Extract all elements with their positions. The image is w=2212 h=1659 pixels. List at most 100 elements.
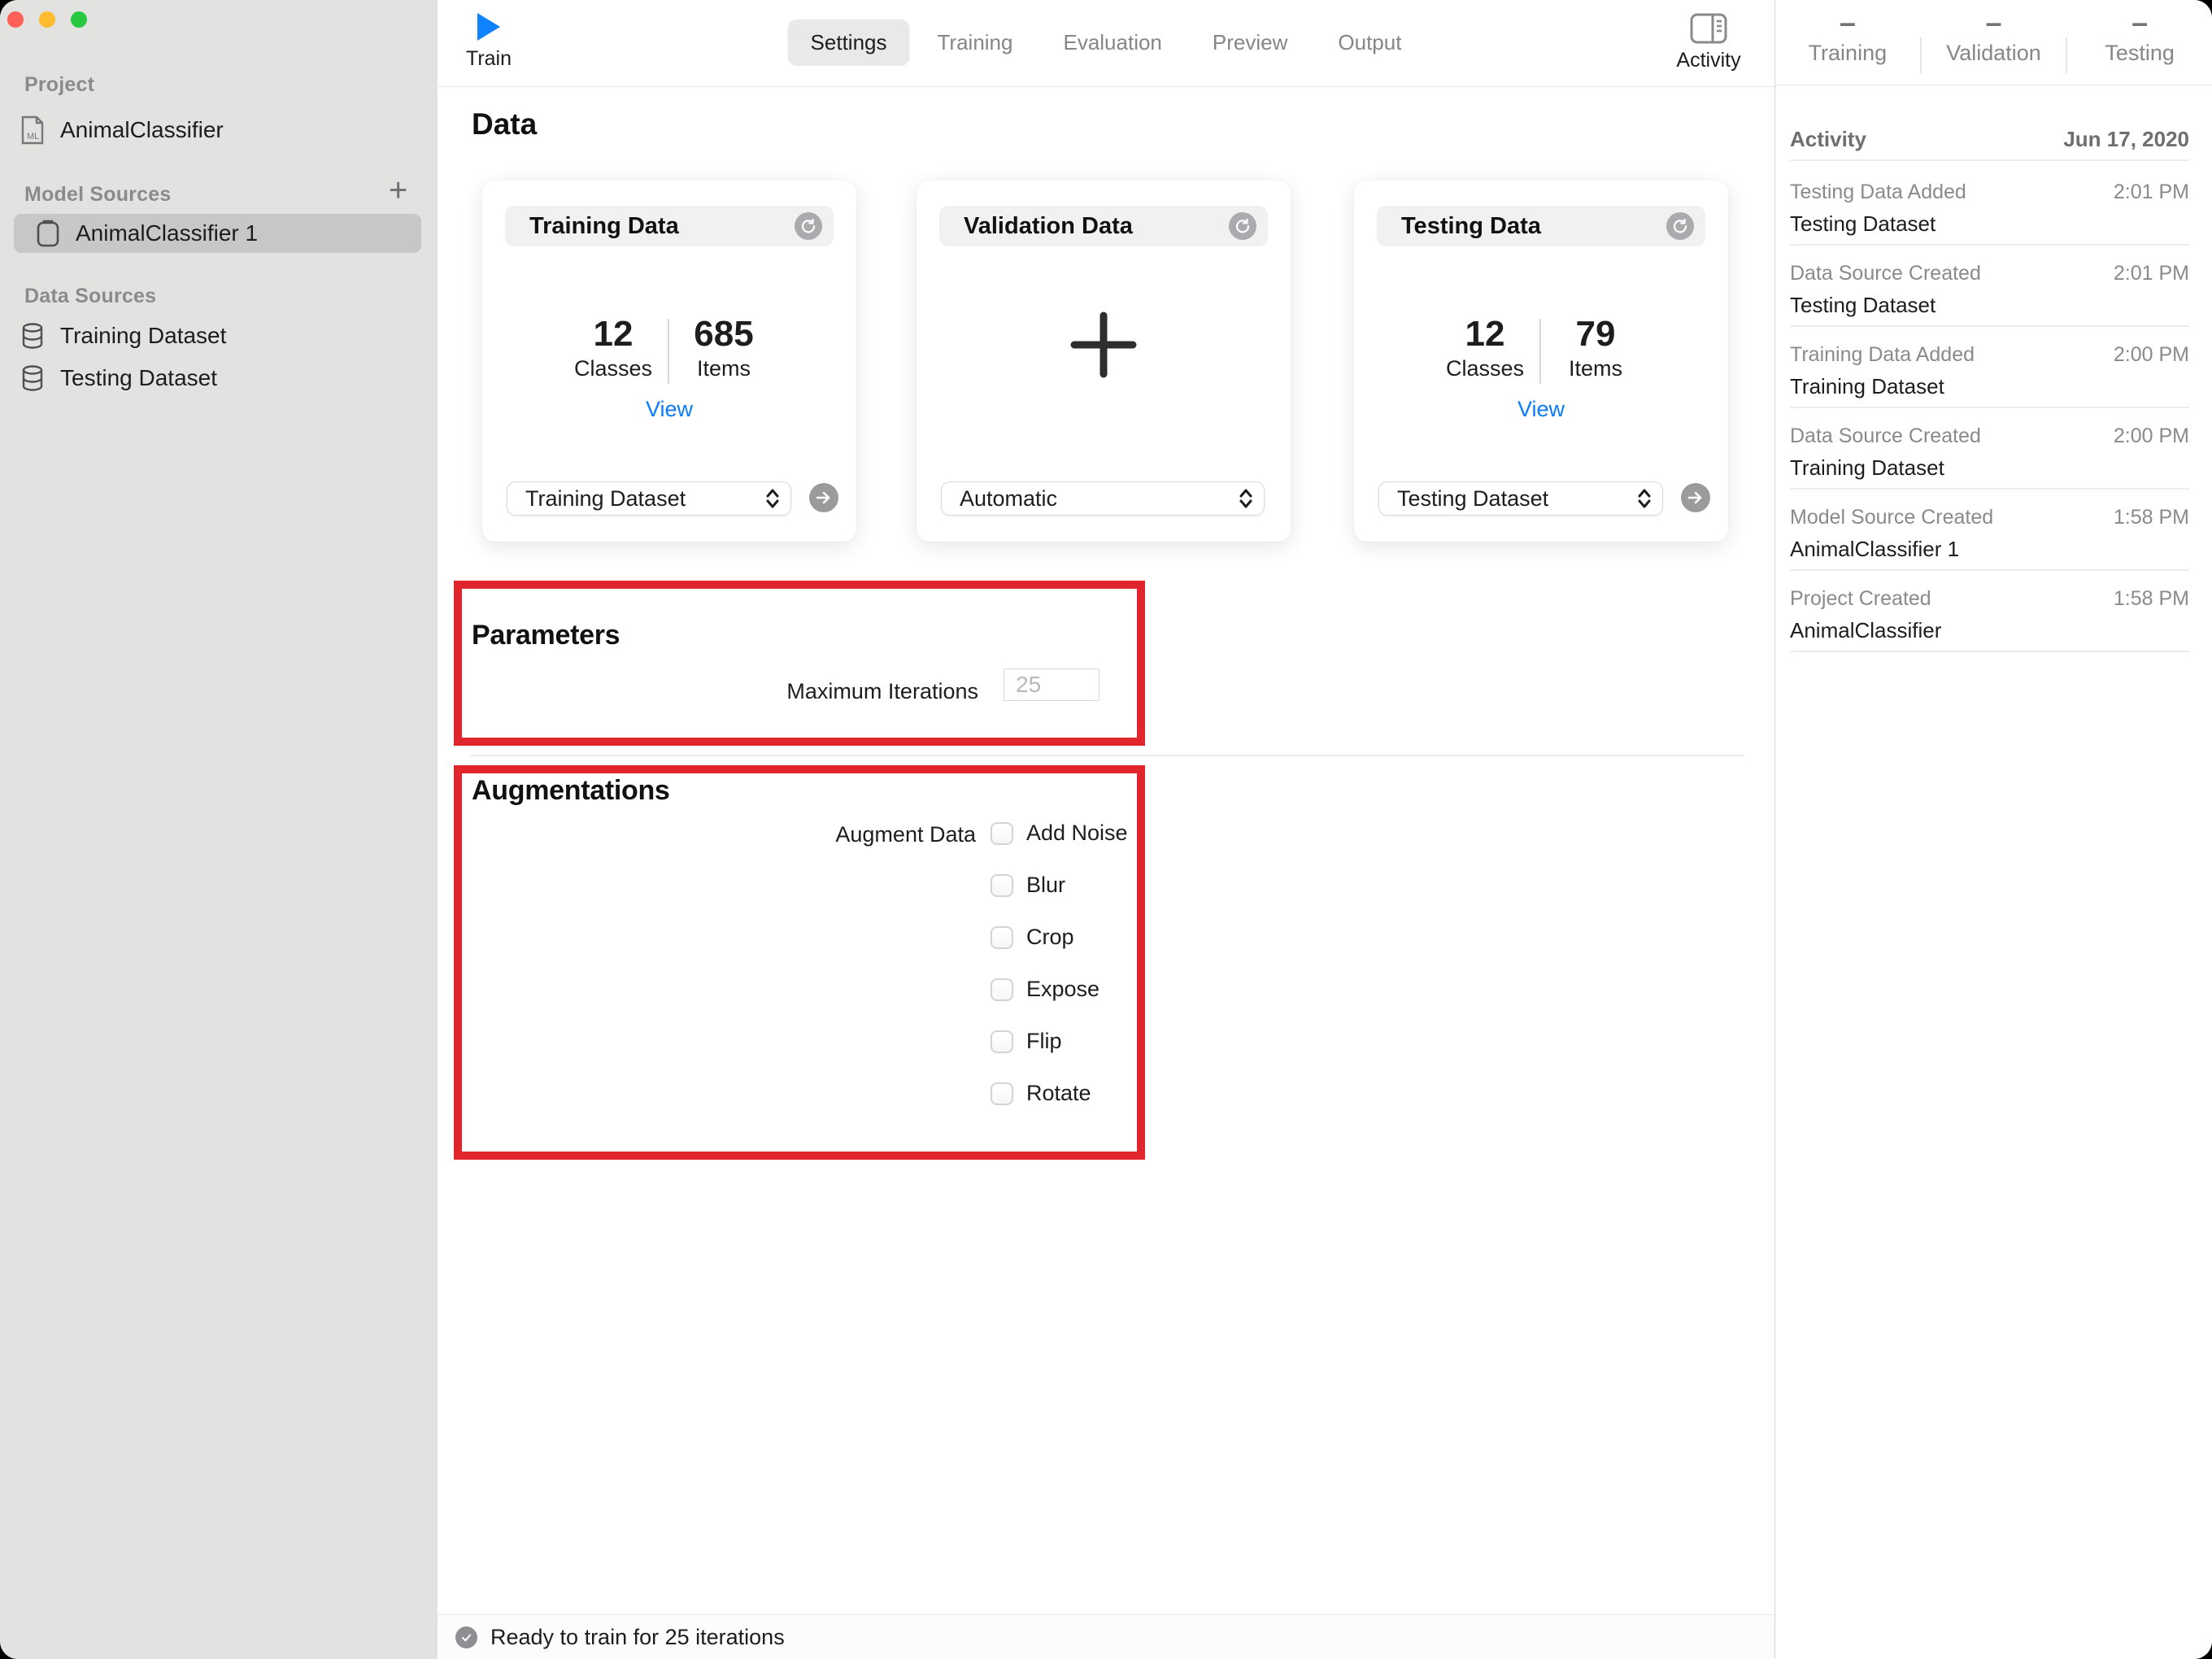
open-data-source-button[interactable]	[809, 483, 838, 512]
items-label: Items	[1568, 356, 1622, 381]
items-count: 685	[694, 314, 754, 354]
training-data-card: Training Data 12 Classes 685 Items View …	[482, 181, 856, 542]
augmentation-option-row: Blur	[991, 873, 1065, 898]
metric-label: Testing	[2105, 41, 2175, 65]
training-data-dropdown[interactable]: Training Dataset	[507, 481, 791, 516]
testing-data-card-header: Testing Data	[1377, 206, 1705, 246]
zoom-window-button[interactable]	[71, 11, 87, 28]
activity-entry-title: Model Source Created	[1790, 506, 1994, 529]
activity-entry-name: Testing Dataset	[1790, 211, 1936, 236]
dropdown-value: Training Dataset	[525, 486, 686, 511]
status-bar: Ready to train for 25 iterations	[438, 1614, 1774, 1659]
activity-log-date: Jun 17, 2020	[2063, 127, 2189, 151]
sidebar: Project ML AnimalClassifier Model Source…	[0, 0, 438, 1659]
activity-entry-time: 2:01 PM	[2113, 181, 2189, 203]
activity-entry-title: Project Created	[1790, 587, 1931, 610]
activity-entry-title: Training Data Added	[1790, 343, 1975, 366]
plus-icon	[1070, 311, 1137, 378]
activity-entry-title: Testing Data Added	[1790, 181, 1966, 203]
card-title: Training Data	[529, 212, 679, 239]
stepper-icon	[764, 487, 781, 510]
augmentation-option-row: Rotate	[991, 1081, 1091, 1106]
sidebar-item-label: Training Dataset	[60, 323, 227, 348]
section-divider	[470, 755, 1744, 756]
add-noise-checkbox[interactable]	[991, 821, 1013, 845]
activity-entry-title: Data Source Created	[1790, 425, 1981, 447]
augmentation-option-row: Expose	[991, 977, 1099, 1002]
close-window-button[interactable]	[7, 11, 24, 28]
sidebar-item-training-dataset[interactable]: Training Dataset	[16, 316, 421, 355]
max-iterations-input[interactable]	[1004, 668, 1099, 701]
divider	[1790, 651, 2189, 652]
open-data-source-button[interactable]	[1681, 483, 1710, 512]
checkbox-label: Blur	[1026, 873, 1066, 897]
sidebar-item-animalclassifier[interactable]: ML AnimalClassifier	[16, 111, 421, 150]
checkbox-label: Crop	[1026, 925, 1074, 949]
tab-preview[interactable]: Preview	[1190, 20, 1310, 66]
validation-data-card-header: Validation Data	[939, 206, 1268, 246]
add-model-source-button[interactable]: +	[389, 174, 407, 207]
refresh-icon[interactable]	[795, 212, 822, 240]
activity-entry-name: AnimalClassifier 1	[1790, 537, 1960, 561]
activity-button-label: Activity	[1676, 49, 1741, 72]
stepper-icon	[1636, 487, 1652, 510]
activity-entry-time: 2:00 PM	[2113, 343, 2189, 366]
tab-evaluation[interactable]: Evaluation	[1040, 20, 1184, 66]
parameters-section-annotation: Parameters Maximum Iterations	[454, 581, 1145, 746]
activity-entry-name: Training Dataset	[1790, 455, 1944, 480]
tab-settings[interactable]: Settings	[787, 20, 910, 66]
blur-checkbox[interactable]	[991, 873, 1013, 897]
metric-value: –	[2131, 6, 2149, 39]
activity-entry-title: Data Source Created	[1790, 262, 1981, 285]
activity-entry-name: Testing Dataset	[1790, 293, 1936, 317]
refresh-icon[interactable]	[1229, 212, 1256, 240]
model-document-icon	[32, 220, 64, 247]
crop-checkbox[interactable]	[991, 925, 1013, 949]
divider	[1790, 569, 2189, 571]
validation-data-dropdown[interactable]: Automatic	[941, 481, 1265, 516]
testing-data-dropdown[interactable]: Testing Dataset	[1378, 481, 1663, 516]
train-button[interactable]: Train	[444, 8, 533, 71]
testing-data-card: Testing Data 12 Classes 79 Items View Te…	[1354, 181, 1728, 542]
sidebar-item-testing-dataset[interactable]: Testing Dataset	[16, 359, 421, 398]
stepper-icon	[1238, 487, 1254, 510]
augmentation-option-row: Flip	[991, 1029, 1062, 1054]
flip-checkbox[interactable]	[991, 1030, 1013, 1053]
tab-output[interactable]: Output	[1315, 20, 1424, 66]
metric-testing: – Testing	[2067, 0, 2212, 85]
rotate-checkbox[interactable]	[991, 1082, 1013, 1105]
augment-data-label: Augment Data	[835, 822, 976, 847]
tab-training[interactable]: Training	[915, 20, 1036, 66]
checkbox-label: Add Noise	[1026, 821, 1128, 845]
refresh-icon[interactable]	[1666, 212, 1694, 240]
svg-text:ML: ML	[27, 132, 39, 142]
main-area: Train Settings Training Evaluation Previ…	[438, 0, 1774, 1659]
arrow-right-icon	[1687, 491, 1702, 504]
validation-data-card: Validation Data Automatic	[917, 181, 1291, 542]
sidebar-item-label: AnimalClassifier	[60, 117, 224, 142]
activity-entry-time: 2:00 PM	[2113, 425, 2189, 447]
max-iterations-label: Maximum Iterations	[786, 679, 978, 703]
dropdown-value: Automatic	[960, 486, 1058, 511]
play-icon	[477, 13, 500, 41]
activity-entry-time: 1:58 PM	[2113, 587, 2189, 610]
sidebar-section-project: Project	[24, 73, 95, 96]
sidebar-item-label: Testing Dataset	[60, 365, 217, 390]
add-validation-data-button[interactable]	[917, 311, 1291, 383]
divider	[1790, 407, 2189, 408]
view-link[interactable]: View	[604, 397, 734, 422]
view-link[interactable]: View	[1476, 397, 1606, 422]
minimize-window-button[interactable]	[39, 11, 55, 28]
tab-bar: Settings Training Evaluation Preview Out…	[787, 20, 1425, 66]
activity-entry-name: AnimalClassifier	[1790, 618, 1942, 642]
divider	[1790, 244, 2189, 246]
sidebar-item-animalclassifier-1[interactable]: AnimalClassifier 1	[14, 214, 421, 253]
metric-training: – Training	[1775, 0, 1920, 85]
metric-value: –	[1985, 6, 2002, 39]
app-window: Project ML AnimalClassifier Model Source…	[0, 0, 2212, 1659]
database-icon	[16, 364, 49, 392]
card-title: Validation Data	[964, 212, 1133, 239]
expose-checkbox[interactable]	[991, 978, 1013, 1001]
arrow-right-icon	[816, 491, 830, 504]
activity-toggle-button[interactable]: Activity	[1664, 10, 1753, 72]
